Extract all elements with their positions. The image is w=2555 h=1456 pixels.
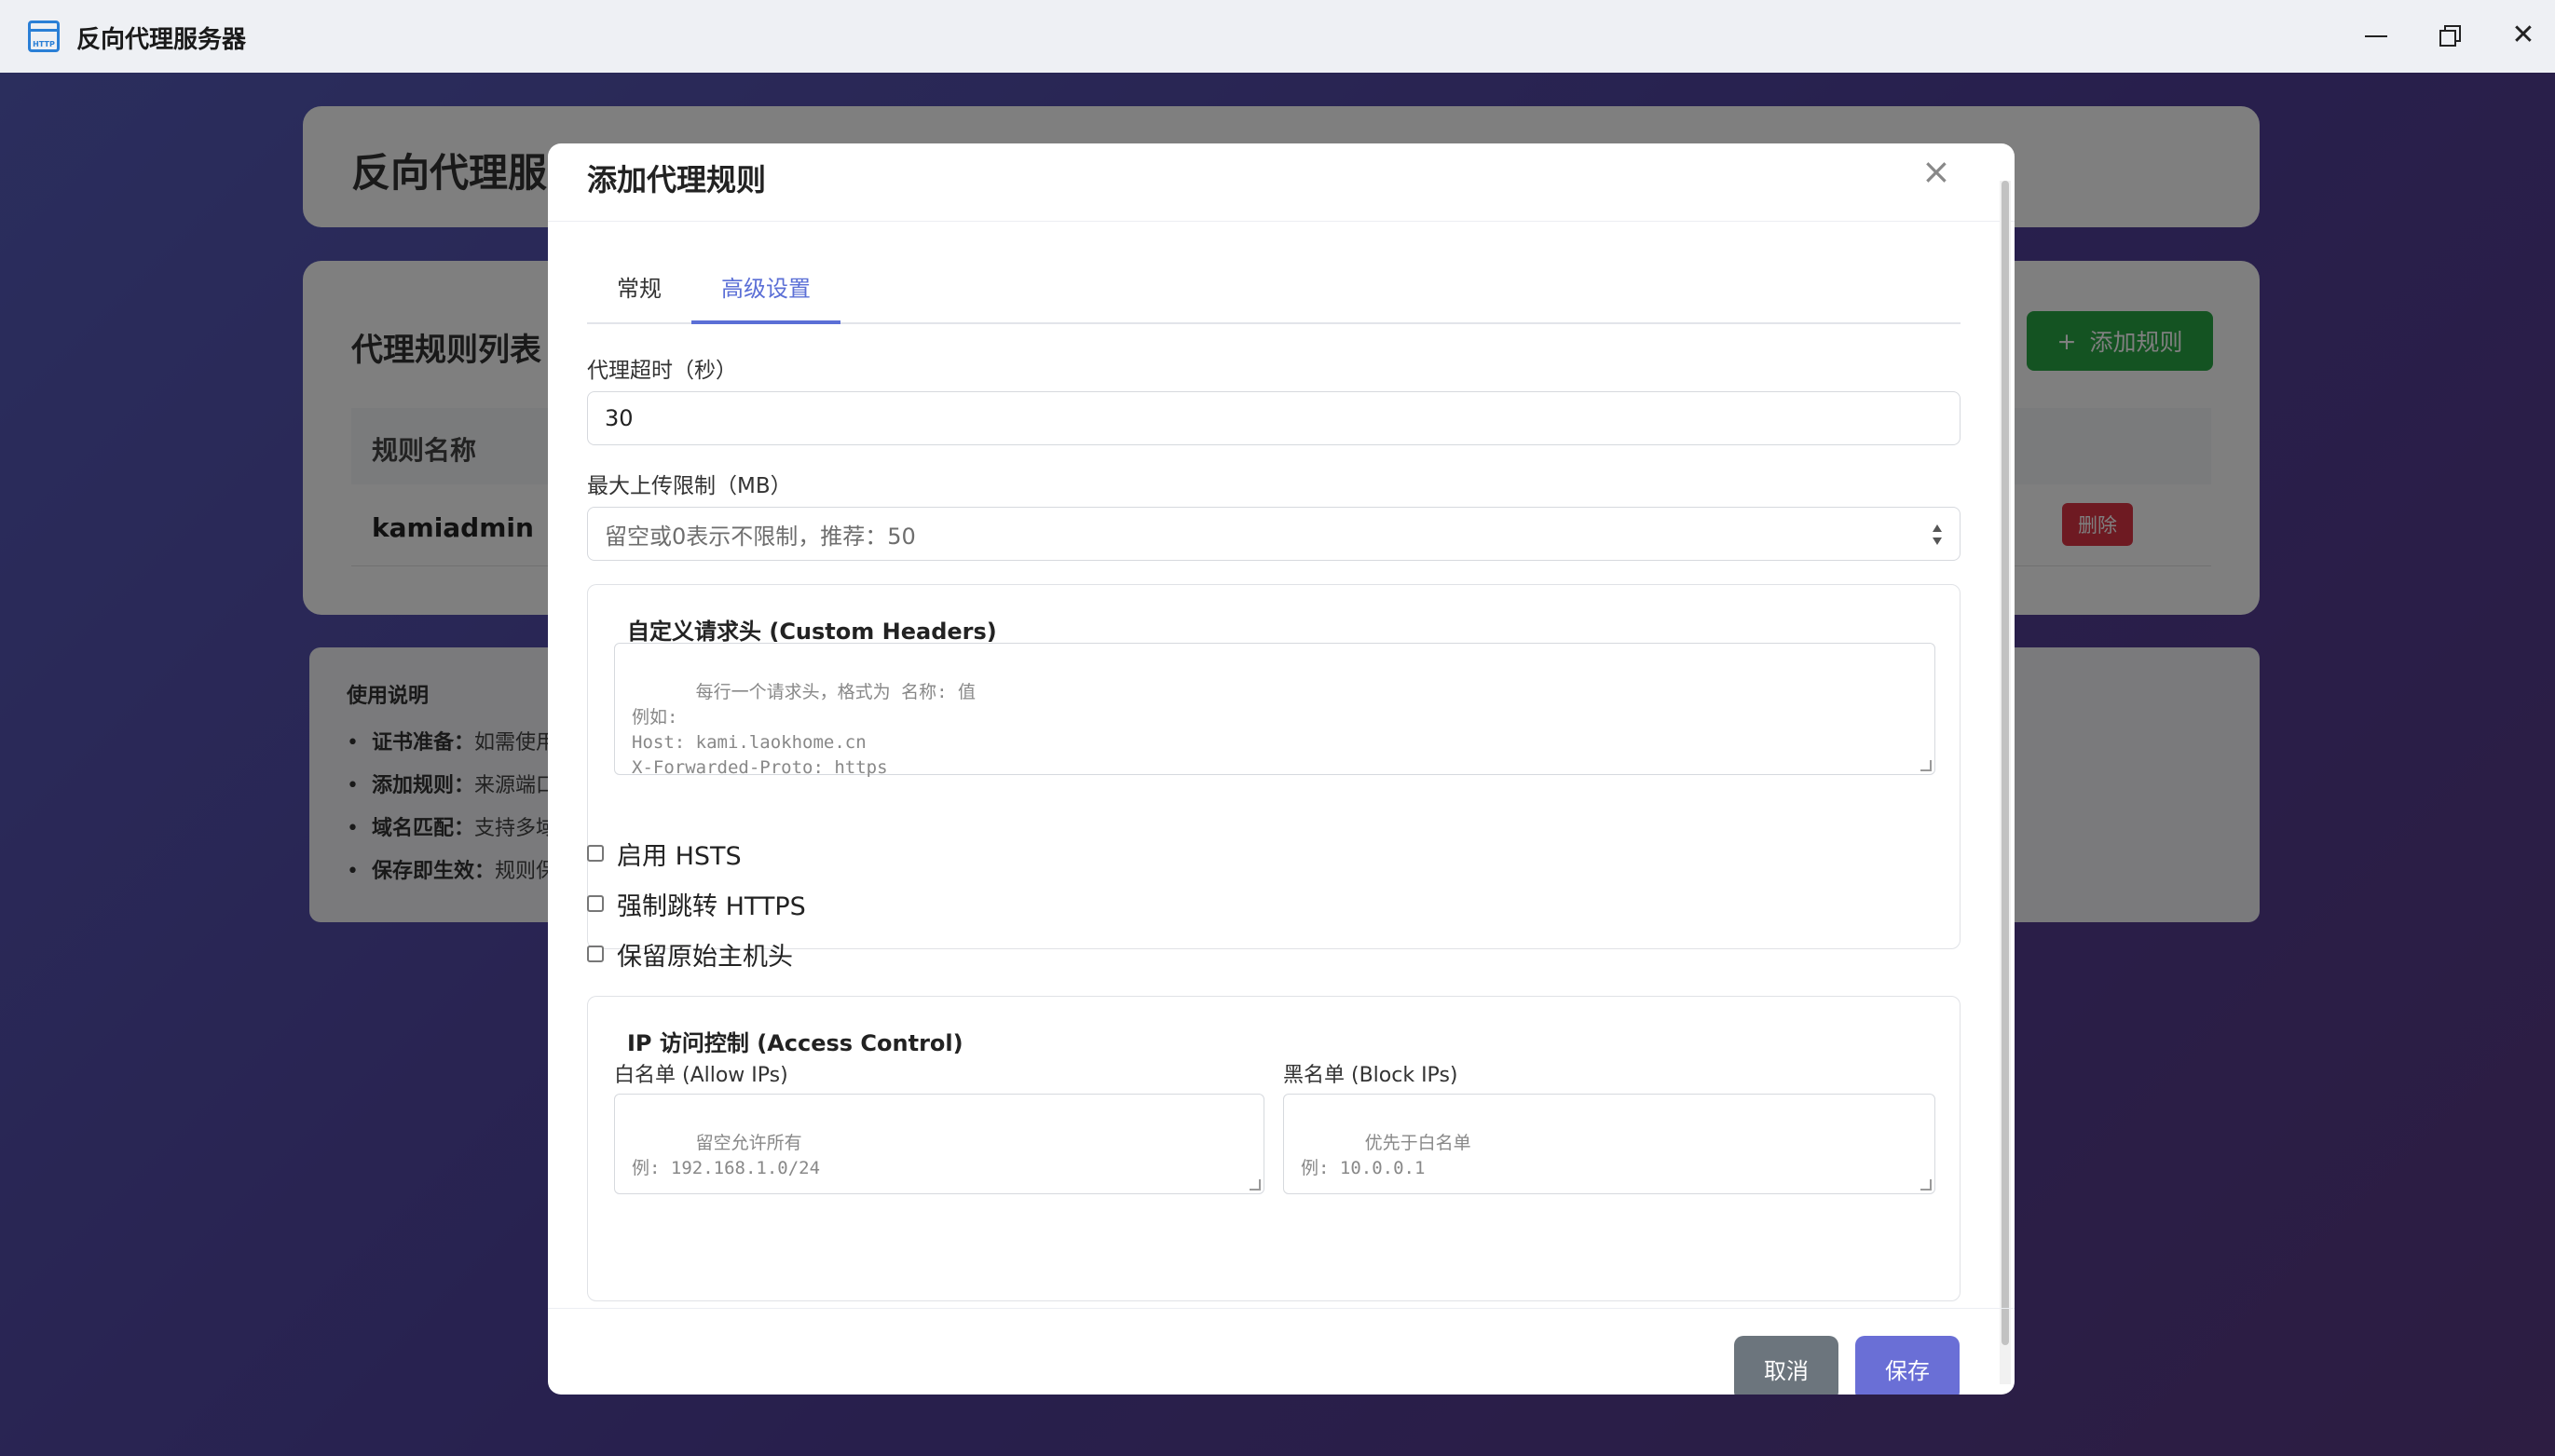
dialog-close-button[interactable]: ×: [1921, 151, 1951, 192]
timeout-label: 代理超时（秒）: [587, 359, 737, 383]
force-https-option[interactable]: 强制跳转 HTTPS: [587, 885, 806, 922]
hsts-checkbox[interactable]: [587, 845, 604, 862]
minimize-icon: [2365, 35, 2387, 37]
window-title: 反向代理服务器: [76, 26, 247, 54]
dialog-footer-divider: [548, 1308, 2015, 1309]
resize-handle-icon[interactable]: [1920, 760, 1932, 771]
tab-general[interactable]: 常规: [587, 257, 691, 324]
allow-ips-label: 白名单 (Allow IPs): [614, 1064, 788, 1087]
hsts-option[interactable]: 启用 HSTS: [587, 835, 742, 872]
force-https-label: 强制跳转 HTTPS: [617, 891, 806, 921]
hsts-label: 启用 HSTS: [617, 841, 742, 871]
app-icon-label: HTTP: [33, 40, 55, 48]
block-ips-label: 黑名单 (Block IPs): [1283, 1064, 1458, 1087]
preserve-host-option[interactable]: 保留原始主机头: [587, 935, 793, 973]
custom-headers-placeholder: 每行一个请求头，格式为 名称: 值 例如: Host: kami.laokhom…: [632, 682, 976, 778]
resize-handle-icon[interactable]: [1920, 1179, 1932, 1191]
scrollbar-thumb[interactable]: [2002, 181, 2009, 1345]
maximize-button[interactable]: [2430, 17, 2467, 54]
resize-handle-icon[interactable]: [1250, 1179, 1261, 1191]
save-button[interactable]: 保存: [1855, 1336, 1960, 1395]
dialog-title: 添加代理规则: [587, 162, 767, 197]
upload-limit-label: 最大上传限制（MB）: [587, 474, 792, 498]
allow-ips-placeholder: 留空允许所有 例: 192.168.1.0/24: [632, 1133, 821, 1178]
custom-headers-legend: 自定义请求头 (Custom Headers): [627, 619, 997, 645]
block-ips-placeholder: 优先于白名单 例: 10.0.0.1: [1301, 1133, 1471, 1178]
upload-limit-input[interactable]: 留空或0表示不限制，推荐：50: [587, 507, 1961, 561]
custom-headers-textarea[interactable]: 每行一个请求头，格式为 名称: 值 例如: Host: kami.laokhom…: [614, 643, 1935, 778]
block-ips-textarea[interactable]: 优先于白名单 例: 10.0.0.1: [1283, 1094, 1935, 1194]
minimize-button[interactable]: [2357, 17, 2395, 54]
upload-limit-placeholder: 留空或0表示不限制，推荐：50: [605, 523, 916, 550]
cancel-button[interactable]: 取消: [1734, 1336, 1838, 1395]
timeout-input[interactable]: 30: [587, 391, 1961, 445]
add-rule-dialog: 添加代理规则 × 常规 高级设置 代理超时（秒） 30 最大上传限制（MB） 留…: [548, 143, 2015, 1395]
window-close-button[interactable]: ✕: [2505, 17, 2542, 54]
close-icon: ×: [1921, 151, 1951, 192]
tab-advanced[interactable]: 高级设置: [691, 257, 840, 324]
force-https-checkbox[interactable]: [587, 895, 604, 912]
close-icon: ✕: [2511, 19, 2535, 51]
allow-ips-textarea[interactable]: 留空允许所有 例: 192.168.1.0/24: [614, 1094, 1264, 1194]
number-spinner-icon[interactable]: [1932, 524, 1943, 545]
access-control-legend: IP 访问控制 (Access Control): [627, 1030, 963, 1056]
preserve-host-checkbox[interactable]: [587, 946, 604, 962]
dialog-tabs: 常规 高级设置: [587, 257, 1961, 324]
access-control-section: IP 访问控制 (Access Control) 白名单 (Allow IPs)…: [587, 996, 1961, 1301]
preserve-host-label: 保留原始主机头: [617, 942, 793, 972]
app-icon: HTTP: [28, 20, 60, 52]
dialog-header: 添加代理规则 ×: [548, 143, 2015, 222]
dialog-scrollbar[interactable]: [2000, 181, 2011, 1384]
window-titlebar: HTTP 反向代理服务器 ✕: [0, 0, 2555, 73]
